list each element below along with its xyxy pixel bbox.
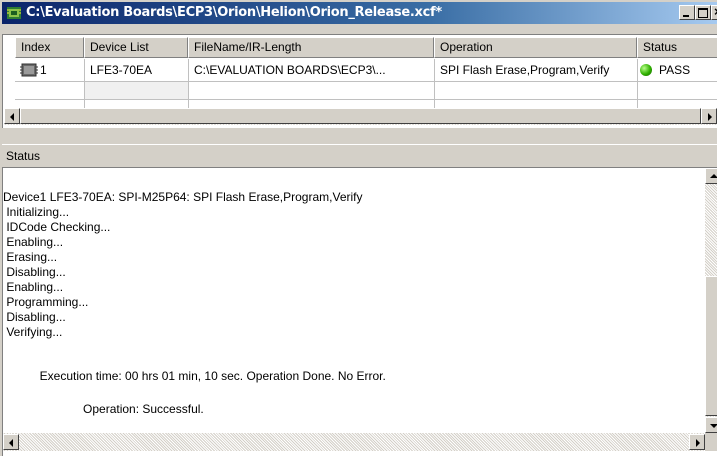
grid-line — [15, 99, 717, 100]
log-line: Erasing... — [3, 250, 58, 264]
arrow-right-icon — [708, 113, 712, 121]
log-vertical-scrollbar[interactable] — [705, 168, 717, 433]
file-cell[interactable]: C:\EVALUATION BOARDS\ECP3\... — [188, 59, 434, 81]
status-pane-title: Status — [6, 149, 41, 163]
column-header-filename[interactable]: FileName/IR-Length — [188, 37, 434, 58]
column-header-index[interactable]: Index — [15, 37, 84, 58]
index-cell: 1 — [15, 59, 84, 81]
scroll-right-button[interactable] — [689, 434, 705, 450]
column-header-device-list[interactable]: Device List — [84, 37, 188, 58]
scroll-right-button[interactable] — [701, 108, 717, 124]
arrow-down-icon — [710, 424, 717, 428]
log-line: Disabling... — [3, 310, 66, 324]
log-horizontal-scrollbar[interactable] — [3, 433, 705, 451]
pass-status-icon — [640, 64, 652, 76]
log-line: Disabling... — [3, 265, 66, 279]
resize-grip-icon[interactable] — [705, 433, 717, 451]
scroll-thumb[interactable] — [20, 108, 701, 124]
arrow-right-icon — [696, 439, 700, 447]
log-line: Enabling... — [3, 280, 64, 294]
scroll-left-button[interactable] — [3, 434, 19, 450]
scroll-thumb[interactable] — [705, 276, 717, 416]
column-header-status[interactable]: Status — [637, 37, 717, 58]
arrow-left-icon — [9, 439, 13, 447]
device-cell[interactable]: LFE3-70EA — [84, 59, 188, 81]
programmer-window: C:\Evaluation Boards\ECP3\Orion\Helion\O… — [0, 0, 717, 456]
status-pane-header: Status — [2, 144, 717, 168]
log-line: Operation: Successful. — [3, 402, 204, 416]
scroll-up-button[interactable] — [705, 168, 717, 184]
window-title: C:\Evaluation Boards\ECP3\Orion\Helion\O… — [26, 5, 442, 20]
scroll-left-button[interactable] — [4, 108, 20, 124]
app-icon — [7, 7, 21, 19]
status-cell: PASS — [637, 59, 717, 81]
minimize-button[interactable] — [679, 5, 695, 20]
status-log[interactable]: Device1 LFE3-70EA: SPI-M25P64: SPI Flash… — [2, 167, 717, 456]
log-line: Enabling... — [3, 235, 64, 249]
status-value: PASS — [659, 63, 691, 77]
column-header-operation[interactable]: Operation — [434, 37, 637, 58]
log-line: Device1 LFE3-70EA: SPI-M25P64: SPI Flash… — [3, 190, 363, 204]
log-line: IDCode Checking... — [3, 220, 111, 234]
scroll-down-button[interactable] — [705, 417, 717, 433]
arrow-left-icon — [10, 113, 14, 121]
log-line: Execution time: 00 hrs 01 min, 10 sec. O… — [3, 369, 386, 383]
log-line: Programming... — [3, 295, 89, 309]
operation-cell[interactable]: SPI Flash Erase,Program,Verify — [434, 59, 637, 81]
maximize-button[interactable] — [695, 5, 711, 20]
arrow-up-icon — [710, 174, 717, 178]
table-row[interactable]: 1 LFE3-70EA C:\EVALUATION BOARDS\ECP3\..… — [3, 59, 717, 81]
close-button[interactable]: × — [711, 4, 717, 20]
chip-icon — [20, 63, 38, 77]
table-horizontal-scrollbar[interactable] — [4, 108, 717, 125]
index-value: 1 — [40, 63, 47, 77]
log-line: Verifying... — [3, 325, 63, 339]
log-line: Initializing... — [3, 205, 70, 219]
title-bar[interactable]: C:\Evaluation Boards\ECP3\Orion\Helion\O… — [2, 2, 717, 24]
empty-device-cell[interactable] — [85, 82, 188, 99]
